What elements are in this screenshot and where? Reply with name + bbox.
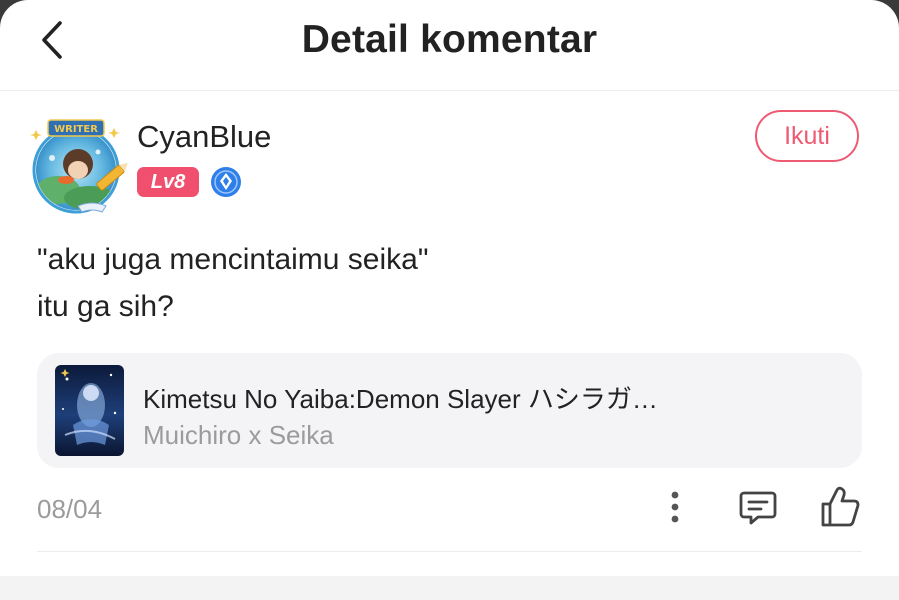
comment-line: "aku juga mencintaimu seika" xyxy=(37,243,429,276)
more-options-button[interactable] xyxy=(660,486,690,530)
more-vertical-icon xyxy=(671,491,679,523)
verified-badge-icon xyxy=(210,166,242,198)
comment-line: itu ga sih? xyxy=(37,290,174,323)
reply-button[interactable] xyxy=(736,486,780,530)
book-subtitle: Muichiro x Seika xyxy=(143,420,334,450)
comment-date: 08/04 xyxy=(37,494,103,524)
avatar[interactable]: WRITER xyxy=(28,118,129,216)
comment-detail-screen: Detail komentar WRITER CyanBlue Lv8 Ikut… xyxy=(0,0,899,600)
avatar-image: WRITER xyxy=(30,119,129,214)
level-badge: Lv8 xyxy=(137,167,199,197)
divider xyxy=(37,551,862,552)
section-separator xyxy=(0,576,899,600)
book-cover-image xyxy=(55,365,124,456)
page-title: Detail komentar xyxy=(301,18,598,61)
comment-icon xyxy=(739,491,777,525)
like-button[interactable] xyxy=(818,484,862,530)
top-bar: Detail komentar xyxy=(0,0,899,91)
book-title: Kimetsu No Yaiba:Demon Slayer ハシラガ… xyxy=(143,384,658,414)
username[interactable]: CyanBlue xyxy=(137,119,271,155)
svg-text:WRITER: WRITER xyxy=(54,124,98,135)
book-card[interactable]: Kimetsu No Yaiba:Demon Slayer ハシラガ… Muic… xyxy=(37,353,862,468)
follow-button[interactable]: Ikuti xyxy=(755,110,859,162)
thumbs-up-icon xyxy=(821,486,860,527)
comment-body: "aku juga mencintaimu seika" itu ga sih? xyxy=(37,236,857,330)
